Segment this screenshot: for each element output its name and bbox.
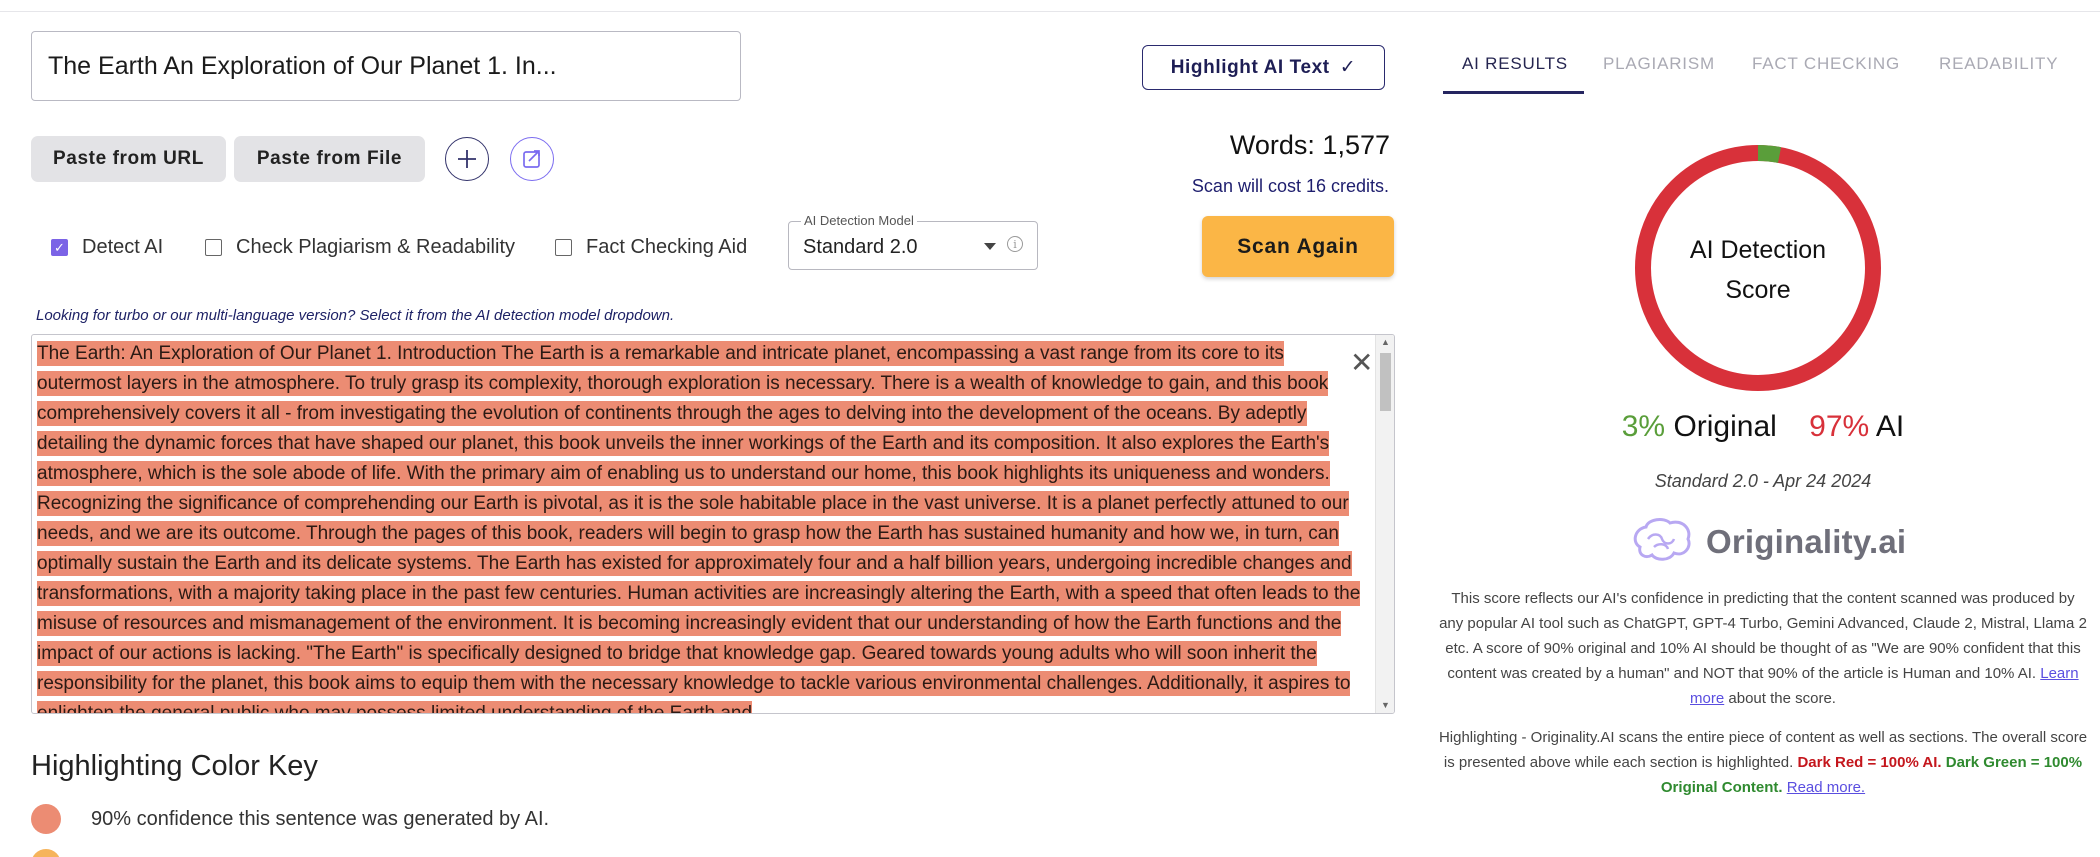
highlight-explanation: Highlighting - Originality.AI scans the … <box>1438 725 2088 800</box>
ai-detection-model-select[interactable]: AI Detection Model Standard 2.0 i <box>788 213 1038 270</box>
donut-label: AI Detection Score <box>1630 230 1886 310</box>
tab-fact-checking[interactable]: FACT CHECKING <box>1752 54 1900 74</box>
paste-from-file-button[interactable]: Paste from File <box>234 136 425 182</box>
original-label: Original <box>1673 410 1777 443</box>
color-key-dot <box>31 849 61 857</box>
caret-down-icon[interactable] <box>984 243 996 250</box>
active-tab-indicator <box>1443 91 1584 94</box>
original-percent: 3% <box>1621 410 1666 443</box>
fact-checking-checkbox[interactable] <box>555 239 572 256</box>
clear-text-icon[interactable]: ✕ <box>1350 349 1373 377</box>
tab-ai-results[interactable]: AI RESULTS <box>1462 54 1568 74</box>
model-select-value: Standard 2.0 <box>803 236 918 258</box>
color-key-title: Highlighting Color Key <box>31 750 318 782</box>
color-key-item <box>31 849 91 857</box>
tab-readability[interactable]: READABILITY <box>1939 54 2058 74</box>
scan-again-button[interactable]: Scan Again <box>1202 216 1394 277</box>
ai-label: AI <box>1875 410 1905 443</box>
highlight-ai-text-button[interactable]: Highlight AI Text ✓ <box>1142 45 1385 90</box>
originality-logo: Originality.ai <box>1630 512 1950 572</box>
brain-logo-icon <box>1633 518 1691 561</box>
donut-label-line1: AI Detection <box>1689 236 1827 264</box>
detect-ai-checkbox[interactable]: ✓ <box>51 239 68 256</box>
highlight-ai-text-label: Highlight AI Text <box>1170 56 1330 78</box>
read-more-link[interactable]: Read more. <box>1787 779 1865 796</box>
title-input[interactable]: The Earth An Exploration of Our Planet 1… <box>31 31 741 101</box>
scroll-thumb[interactable] <box>1380 353 1391 411</box>
word-count: Words: 1,577 <box>1229 130 1390 160</box>
info-icon[interactable]: i <box>1007 236 1023 252</box>
fact-checking-label: Fact Checking Aid <box>586 236 748 258</box>
dark-red-legend: Dark Red = 100% AI. <box>1797 754 1942 771</box>
model-select-legend: AI Detection Model <box>801 213 917 228</box>
model-date: Standard 2.0 - Apr 24 2024 <box>1654 471 1872 491</box>
donut-label-line2: Score <box>1725 276 1791 304</box>
checkmark-icon: ✓ <box>1339 57 1357 78</box>
detect-ai-option[interactable]: ✓ Detect AI <box>51 236 163 259</box>
content-scrollbar[interactable]: ▲ ▼ <box>1375 335 1394 713</box>
score-explanation: This score reflects our AI's confidence … <box>1438 586 2088 711</box>
brand-name: Originality.ai <box>1706 523 1907 560</box>
ai-highlighted-text: The Earth: An Exploration of Our Planet … <box>37 341 1361 713</box>
fact-checking-option[interactable]: Fact Checking Aid <box>555 236 747 259</box>
color-key-label: 90% confidence this sentence was generat… <box>91 807 550 830</box>
add-icon[interactable] <box>445 137 489 181</box>
scroll-down-icon[interactable]: ▼ <box>1381 700 1390 710</box>
content-text[interactable]: The Earth: An Exploration of Our Planet … <box>37 339 1372 713</box>
plagiarism-label: Check Plagiarism & Readability <box>236 236 516 258</box>
model-hint: Looking for turbo or our multi-language … <box>36 307 675 324</box>
plagiarism-checkbox[interactable] <box>205 239 222 256</box>
scroll-up-icon[interactable]: ▲ <box>1381 337 1390 347</box>
score-explanation-tail: about the score. <box>1728 690 1836 707</box>
ai-percent: 97% <box>1809 410 1870 443</box>
score-explanation-text: This score reflects our AI's confidence … <box>1439 590 2087 682</box>
tab-plagiarism[interactable]: PLAGIARISM <box>1603 54 1715 74</box>
color-key-item: 90% confidence this sentence was generat… <box>31 804 549 834</box>
score-summary: 3% Original 97% AI <box>1443 410 2083 444</box>
top-border <box>0 0 2100 12</box>
paste-from-url-button[interactable]: Paste from URL <box>31 136 226 182</box>
scan-cost: Scan will cost 16 credits. <box>1191 176 1389 196</box>
detect-ai-label: Detect AI <box>82 236 164 258</box>
export-icon[interactable] <box>510 137 554 181</box>
content-textarea[interactable]: The Earth: An Exploration of Our Planet … <box>31 334 1395 714</box>
color-key-dot <box>31 804 61 834</box>
plagiarism-option[interactable]: Check Plagiarism & Readability <box>205 236 515 259</box>
